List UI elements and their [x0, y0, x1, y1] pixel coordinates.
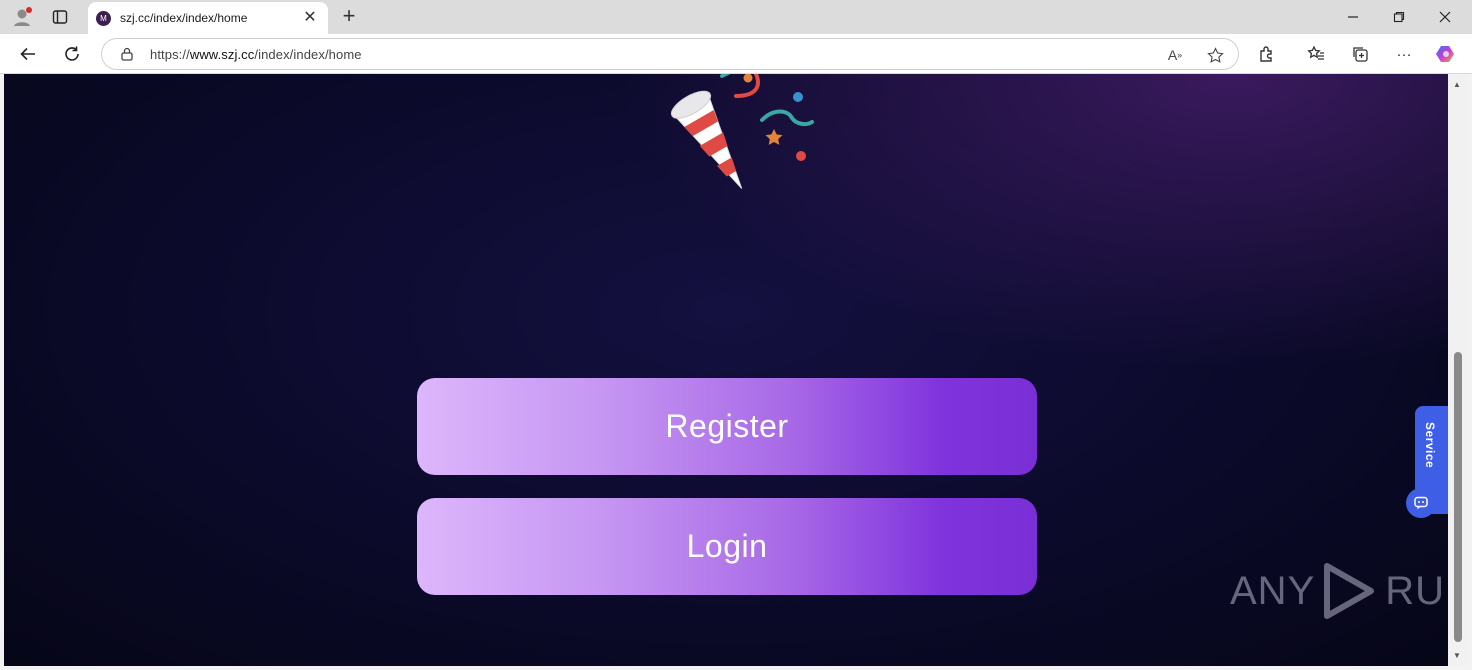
address-bar[interactable]: https://www.szj.cc/index/index/home A» [101, 38, 1239, 70]
scroll-thumb[interactable] [1454, 352, 1462, 642]
page-viewport: Register Login ANY RUN [4, 74, 1448, 666]
minimize-icon[interactable] [1330, 0, 1376, 34]
login-button[interactable]: Login [417, 498, 1037, 595]
favorite-star-icon[interactable] [1204, 44, 1226, 66]
reload-icon[interactable] [58, 40, 86, 68]
new-tab-icon[interactable]: + [336, 4, 362, 30]
party-popper-icon [670, 74, 814, 189]
window-close-icon[interactable] [1422, 0, 1468, 34]
restore-icon[interactable] [1376, 0, 1422, 34]
service-label: Service [1423, 422, 1437, 469]
active-tab[interactable]: M szj.cc/index/index/home ✕ [88, 2, 328, 34]
url-text: https://www.szj.cc/index/index/home [150, 47, 362, 62]
collections-icon[interactable] [1346, 40, 1374, 68]
register-button[interactable]: Register [417, 378, 1037, 475]
profile-icon[interactable] [8, 4, 36, 30]
browser-toolbar: https://www.szj.cc/index/index/home A» ·… [0, 34, 1472, 74]
extensions-icon[interactable] [1253, 40, 1281, 68]
anyrun-watermark: ANY RUN [1230, 560, 1448, 622]
tab-favicon-icon: M [96, 11, 111, 26]
page-scrollbar[interactable]: ▲ ▼ [1448, 74, 1468, 666]
scroll-down-arrow-icon[interactable]: ▼ [1453, 651, 1461, 660]
favorites-icon[interactable] [1302, 40, 1330, 68]
tab-title: szj.cc/index/index/home [120, 11, 248, 25]
scroll-up-arrow-icon[interactable]: ▲ [1453, 80, 1461, 89]
tab-close-icon[interactable]: ✕ [300, 8, 320, 28]
copilot-icon[interactable] [1432, 40, 1460, 68]
play-logo-icon [1324, 563, 1375, 619]
more-options-icon[interactable]: ··· [1390, 40, 1418, 68]
back-arrow-icon[interactable] [14, 40, 42, 68]
read-aloud-icon[interactable]: A» [1164, 44, 1186, 66]
tab-actions-icon[interactable] [46, 4, 74, 30]
chat-icon[interactable] [1406, 488, 1436, 518]
browser-tab-bar: M szj.cc/index/index/home ✕ + [0, 0, 1472, 34]
lock-icon[interactable] [120, 47, 134, 61]
